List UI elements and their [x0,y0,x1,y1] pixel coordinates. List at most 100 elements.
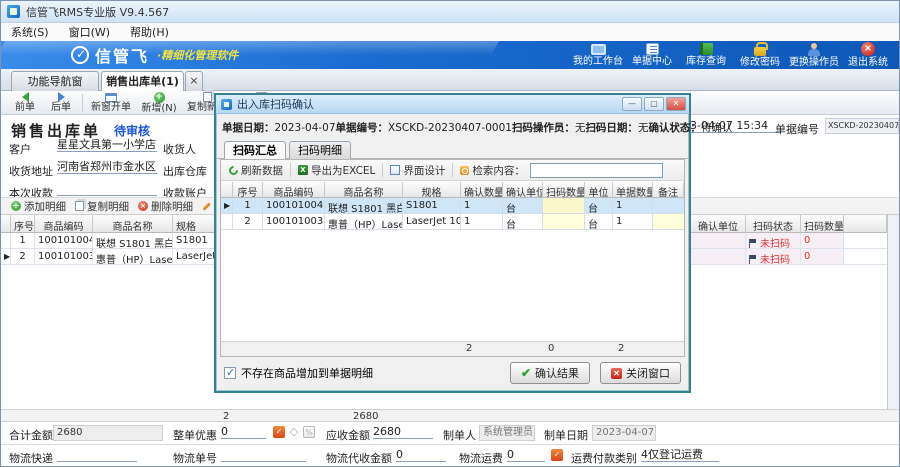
plus-icon: + [154,92,165,103]
export-excel-button[interactable]: X 导出为EXCEL [298,163,375,178]
scan-date-value: 无 [638,122,649,134]
freight-type-input[interactable] [641,447,719,462]
dialog-table-row-1[interactable]: ▶ 1 100101004 联想 S1801 黑白激光 S1801 1 台 台 … [221,198,684,214]
trackno-label: 物流单号 [173,450,217,466]
scan-operator-label: 扫码操作员： [512,122,575,134]
check-icon: ✔ [521,366,531,380]
discount-input[interactable] [221,424,266,439]
grid-footer: 2 2680 [1,409,899,422]
apply-freight-icon[interactable]: ✓ [551,449,563,461]
dialog-panel: 刷新数据 X 导出为EXCEL 界面设计 检索内容： [220,159,685,357]
customer-label: 客户 [9,141,31,157]
exit-system-button[interactable]: × 退出系统 [841,41,895,69]
customer-input[interactable] [57,137,157,152]
toolbar-separator [82,94,83,112]
search-icon [460,166,469,175]
express-input[interactable] [57,447,137,462]
docno-value: XSCKD-20230407-0001 [825,118,899,134]
prev-doc-button[interactable]: 前单 [7,91,43,114]
col-doc-qty: 单据数量 [613,182,653,198]
freight-type-label: 运费付款类别 [571,450,637,466]
new-window-icon [105,93,117,102]
delete-icon: × [138,201,148,211]
diamond-icon: ◇ [288,426,300,438]
monitor-icon [591,44,606,55]
forward-arrow-icon [58,92,65,102]
close-window-button[interactable]: ✕ 关闭窗口 [600,362,681,384]
tab-sales-outbound[interactable]: 销售出库单(1) [101,71,184,91]
tab-scan-detail[interactable]: 扫码明细 [289,141,351,160]
back-arrow-icon [22,92,29,102]
maker-value: 系统管理员 [479,425,535,441]
tab-scan-summary[interactable]: 扫码汇总 [224,141,286,160]
close-box-icon: ✕ [611,368,622,379]
flag-icon [749,239,758,248]
confirm-result-button[interactable]: ✔ 确认结果 [510,362,590,384]
col-remark: 备注 [653,182,684,198]
refresh-data-button[interactable]: 刷新数据 [229,163,283,178]
col-product-code: 商品编码 [263,182,325,198]
grid-right-margin [888,215,899,409]
confirm-status-value: 待确认 [701,122,733,134]
document-center-button[interactable]: 单据中心 [625,41,679,69]
col-confirm-unit: 确认单位 [503,182,543,198]
discount-label: 整单优惠 [173,427,217,443]
scan-operator-value: 无 [575,122,586,134]
doc-date-value: 2023-04-07 [275,122,336,134]
make-date-value: 2023-04-07 [592,425,656,441]
titlebar: 信管飞RMS专业版 V9.4.567 [1,1,899,23]
copy-detail-button[interactable]: 复制明细 [75,199,129,214]
dialog-title: 出入库扫码确认 [237,96,314,112]
design-grid-icon [390,165,400,175]
logistics-row: 物流快递 物流单号 物流代收金额 物流运费 ✓ 运费付款类别 [1,445,899,467]
refresh-icon [227,164,240,177]
confirm-qty-total: 2 [466,343,472,354]
copy-icon [75,201,84,211]
new-window-order-button[interactable]: 新窗开单 [86,91,136,114]
menu-system[interactable]: 系统(S) [11,24,49,40]
consignee-label: 收货人 [163,141,196,157]
add-detail-button[interactable]: + 添加明细 [11,199,66,214]
inventory-query-button[interactable]: 库存查询 [679,41,733,69]
ui-design-button[interactable]: 界面设计 [390,163,445,178]
dialog-info-bar: 单据日期：2023-04-07 单据编号：XSCKD-20230407-0001… [222,117,683,137]
switch-operator-button[interactable]: 更换操作员 [787,41,841,69]
dialog-table-row-2[interactable]: 2 100101003 惠普（HP）LaserJet LaserJet 1020… [221,214,684,230]
cod-label: 物流代收金额 [326,450,392,466]
payment-input[interactable] [57,181,157,196]
scan-summary-table: 序号 商品编码 商品名称 规格 确认数量 确认单位 扫码数量 单位 单据数量 备… [221,182,684,356]
menu-help[interactable]: 帮助(H) [130,24,169,40]
change-password-button[interactable]: 修改密码 [733,41,787,69]
trackno-input[interactable] [221,447,306,462]
apply-discount-icon[interactable]: ✓ [273,426,285,438]
delete-detail-button[interactable]: × 删除明细 [138,199,193,214]
app-icon [7,5,20,18]
add-new-button[interactable]: + 新增(N) [136,91,182,114]
maximize-button[interactable]: ▢ [644,97,664,111]
add-missing-label: 不存在商品增加到单据明细 [241,365,373,381]
workbench-button[interactable]: 我的工作台 [571,41,625,69]
col-product-name: 商品名称 [93,215,173,233]
next-doc-button[interactable]: 后单 [43,91,79,114]
close-button[interactable]: ✕ [666,97,686,111]
menu-window[interactable]: 窗口(W) [69,24,110,40]
banner: 信管飞 ·精细化管理软件 我的工作台 单据中心 库存查询 修改密码 更换 [1,41,899,69]
user-icon [808,43,820,56]
search-input[interactable] [530,163,663,178]
receivable-input[interactable] [373,424,433,439]
brand-logo-icon [71,46,89,64]
current-row-marker: ▶ [221,198,233,214]
menubar: 系统(S) 窗口(W) 帮助(H) [1,23,899,41]
app-window: 信管飞RMS专业版 V9.4.567 系统(S) 窗口(W) 帮助(H) 信管飞… [0,0,900,467]
flag-icon [749,255,758,264]
freight-input[interactable] [507,447,545,462]
tab-close-icon[interactable]: × [185,71,203,91]
dialog-titlebar[interactable]: 出入库扫码确认 — ▢ ✕ [216,95,689,114]
tab-function-nav[interactable]: 功能导航窗 [11,71,99,91]
add-missing-checkbox[interactable] [224,367,236,379]
cod-input[interactable] [396,447,446,462]
minimize-button[interactable]: — [622,97,642,111]
dialog-footer: 不存在商品增加到单据明细 ✔ 确认结果 ✕ 关闭窗口 [224,361,681,385]
address-input[interactable] [57,159,157,174]
col-product-name: 商品名称 [325,182,403,198]
